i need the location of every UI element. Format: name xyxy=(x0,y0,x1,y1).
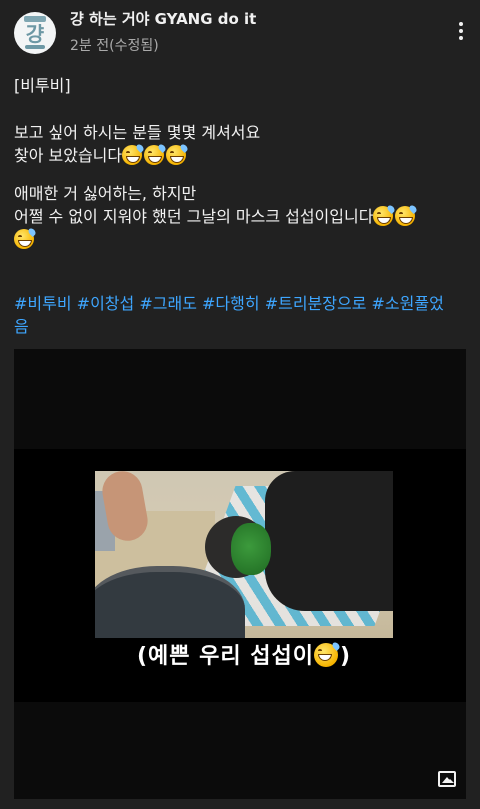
caption-end: ) xyxy=(340,644,352,669)
emoji-sweat-smile-icon xyxy=(314,641,341,667)
more-vert-icon[interactable] xyxy=(450,20,472,46)
emoji-sweat-smile-icon xyxy=(144,143,168,165)
post-line-5-row: 어쩔 수 없이 지워야 했던 그날의 마스크 섭섭이입니다 xyxy=(14,204,470,228)
logo-glyph: 걍 xyxy=(25,22,45,46)
post-line-2: 보고 싶어 하시는 분들 몇몇 계셔서요 xyxy=(14,123,261,142)
logo-underline xyxy=(25,45,45,49)
emoji-sweat-smile-icon xyxy=(166,143,190,165)
lying-person xyxy=(265,471,393,611)
hashtag-link[interactable]: #트리분장으로 xyxy=(265,294,367,313)
image-icon[interactable] xyxy=(438,771,456,787)
post-timestamp: 2분 전(수정됨) xyxy=(70,38,159,54)
emoji-sweat-smile-icon xyxy=(14,227,37,249)
post-line-1: [비투비] xyxy=(14,76,71,95)
scene-photo xyxy=(95,471,393,638)
post-image[interactable]: (예쁜 우리 섭섭이) xyxy=(14,349,466,799)
post-line-5: 어쩔 수 없이 지워야 했던 그날의 마스크 섭섭이입니다 xyxy=(14,207,374,226)
channel-name[interactable]: 걍 하는 거야 GYANG do it xyxy=(70,8,256,29)
post-line-4: 애매한 거 싫어하는, 하지만 xyxy=(14,184,197,203)
subtitle-caption: (예쁜 우리 섭섭이) xyxy=(95,638,393,676)
emoji-sweat-smile-icon xyxy=(395,204,419,226)
hashtag-row-continued[interactable]: 음 xyxy=(14,315,470,338)
emoji-sweat-smile-icon xyxy=(122,143,146,165)
hashtag-link[interactable]: #이창섭 xyxy=(77,294,135,313)
hashtag-link[interactable]: #소원풀었 xyxy=(372,294,444,313)
video-frame: (예쁜 우리 섭섭이) xyxy=(14,449,466,702)
hashtag-row: #비투비 #이창섭 #그래도 #다행히 #트리분장으로 #소원풀었 xyxy=(14,292,470,315)
caption-text: (예쁜 우리 섭섭이 xyxy=(136,644,314,669)
hashtag-link[interactable]: #비투비 xyxy=(14,294,72,313)
post-line-6-row xyxy=(14,227,470,251)
post-line-3-row: 찾아 보았습니다 xyxy=(14,143,470,167)
emoji-sweat-smile-icon xyxy=(373,204,397,226)
channel-avatar[interactable]: 걍 xyxy=(14,12,56,54)
post-line-3: 찾아 보았습니다 xyxy=(14,146,123,165)
hashtag-link[interactable]: #그래도 xyxy=(139,294,197,313)
post-header: 걍 걍 하는 거야 GYANG do it 2분 전(수정됨) xyxy=(0,0,480,64)
hashtag-link[interactable]: #다행히 xyxy=(202,294,260,313)
green-mask-face xyxy=(231,523,271,575)
